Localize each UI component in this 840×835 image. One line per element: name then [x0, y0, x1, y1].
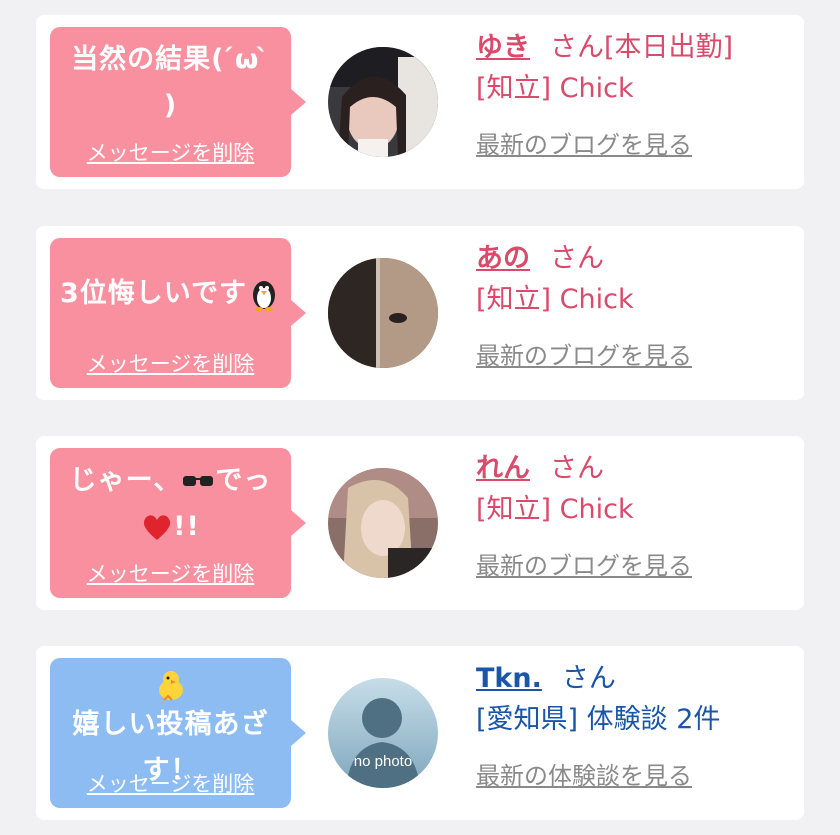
message-card: じゃー、 でっ !! メッセージを削除 れん さん [知立] Chick 最新の…	[36, 436, 804, 610]
message-bubble: 当然の結果( ́ω ̀ ) メッセージを削除	[50, 27, 306, 177]
message-text: 嬉しい投稿あざす！	[60, 668, 281, 786]
no-photo-label: no photo	[354, 753, 412, 770]
area-label: [知立] Chick	[476, 284, 634, 315]
user-info: Tkn. さん [愛知県] 体験談 2件 最新の体験談を見る	[476, 658, 796, 791]
red-heart-icon	[144, 515, 171, 540]
user-info: ゆき さん[本日出勤] [知立] Chick 最新のブログを見る	[476, 27, 796, 160]
user-info: あの さん [知立] Chick 最新のブログを見る	[476, 238, 796, 371]
avatar[interactable]	[328, 47, 438, 157]
area-label: [知立] Chick	[476, 494, 634, 525]
message-card: 嬉しい投稿あざす！ メッセージを削除 no photo Tkn. さん [愛知県…	[36, 646, 804, 820]
message-text: 3位悔しいです	[60, 248, 281, 340]
latest-blog-link[interactable]: 最新のブログを見る	[476, 546, 796, 581]
avatar[interactable]	[328, 258, 438, 368]
honorific: さん	[561, 663, 616, 694]
user-name-link[interactable]: あの	[476, 243, 530, 274]
avatar[interactable]: no photo	[328, 678, 438, 788]
delete-message-link[interactable]: メッセージを削除	[50, 558, 291, 588]
delete-message-link[interactable]: メッセージを削除	[50, 768, 291, 798]
message-card: 3位悔しいです メッセージを削除 あのさん [知立] Chick 最新のブログを…	[36, 226, 804, 400]
message-bubble: 嬉しい投稿あざす！ メッセージを削除	[50, 658, 306, 808]
user-name-link[interactable]: Tkn.	[476, 663, 542, 694]
baby-chick-icon	[158, 671, 183, 701]
honorific: さん	[550, 453, 604, 484]
honorific: さん	[550, 243, 604, 274]
message-text-part: じゃー、	[69, 465, 182, 496]
message-text: 当然の結果( ́ω ̀ )	[71, 44, 270, 121]
message-list: 当然の結果( ́ω ̀ ) メッセージを削除 ゆき さん[本日出勤] [知立] C…	[0, 0, 840, 835]
message-bubble: じゃー、 でっ !! メッセージを削除	[50, 448, 306, 598]
message-text-part: 3位悔しいです	[60, 278, 247, 309]
user-name-link[interactable]: ゆき	[476, 32, 530, 63]
message-card: 当然の結果( ́ω ̀ ) メッセージを削除 ゆき さん[本日出勤] [知立] C…	[36, 15, 804, 189]
user-info: れん さん [知立] Chick 最新のブログを見る	[476, 448, 796, 581]
latest-blog-link[interactable]: 最新のブログを見る	[476, 336, 796, 371]
area-label: [愛知県] 体験談 2件	[476, 704, 721, 735]
user-name-link[interactable]: れん	[476, 453, 530, 484]
latest-blog-link[interactable]: 最新のブログを見る	[476, 125, 796, 160]
penguin-icon	[252, 281, 275, 311]
avatar[interactable]	[328, 468, 438, 578]
message-text-part: でっ	[215, 465, 272, 496]
delete-message-link[interactable]: メッセージを削除	[50, 137, 291, 167]
message-bubble: 3位悔しいです メッセージを削除	[50, 238, 306, 388]
sunglasses-icon	[183, 476, 214, 486]
latest-review-link[interactable]: 最新の体験談を見る	[476, 756, 796, 791]
message-text-part: !!	[173, 511, 200, 542]
delete-message-link[interactable]: メッセージを削除	[50, 348, 291, 378]
message-text: じゃー、 でっ !!	[60, 458, 281, 550]
area-label: [知立] Chick	[476, 73, 634, 104]
honorific: さん[本日出勤]	[550, 32, 734, 63]
